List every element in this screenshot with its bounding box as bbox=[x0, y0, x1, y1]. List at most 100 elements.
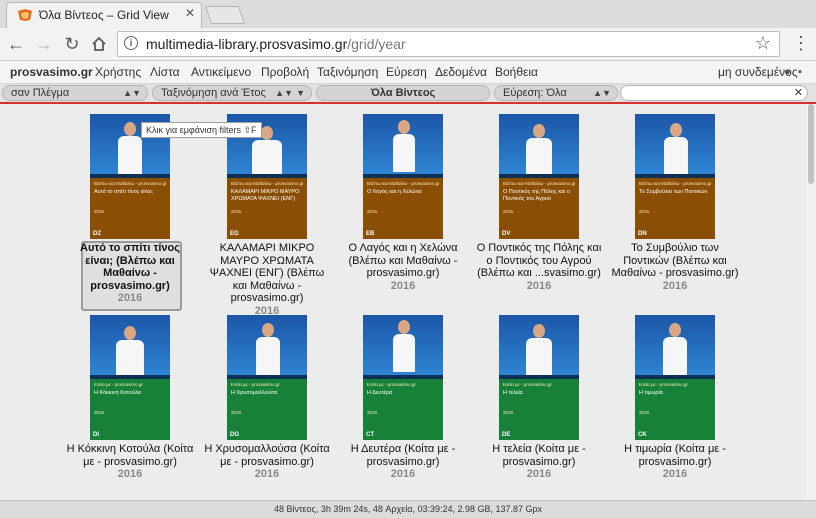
menu-sort[interactable]: Ταξινόμηση bbox=[317, 65, 378, 79]
poster-panel: Κοίτα με - prosvasimo.gr Η τελεία 2016 DE bbox=[499, 379, 579, 440]
filter-bar: σαν Πλέγμα ▲▼ Ταξινόμηση ανά Έτος ▲▼ ▼ Όλα … bbox=[0, 84, 816, 102]
poster-series: Κοίτα με - prosvasimo.gr bbox=[367, 382, 416, 387]
video-title: Η τελεία (Κοίτα με - prosvasimo.gr) bbox=[492, 443, 586, 468]
video-poster[interactable]: Κοίτα με - prosvasimo.gr Η Δευτέρα 2016 CT bbox=[363, 315, 443, 440]
menu-help[interactable]: Βοήθεια bbox=[495, 65, 538, 79]
lock-icon[interactable]: ▪ bbox=[798, 66, 802, 78]
video-caption[interactable]: Η Χρυσομαλλούσα (Κοίτα με - prosvasimo.g… bbox=[202, 443, 332, 481]
poster-code: DE bbox=[502, 432, 511, 438]
poster-code: DV bbox=[502, 231, 511, 237]
menu-item[interactable]: Αντικείμενο bbox=[191, 65, 251, 79]
poster-year: 2016 bbox=[231, 209, 242, 214]
signer-figure bbox=[393, 120, 415, 172]
signer-head bbox=[398, 320, 410, 334]
poster-code: DG bbox=[230, 432, 239, 438]
status-bar: 48 Βίντεος, 3h 39m 24s, 48 Αρχεία, 03:39… bbox=[0, 500, 816, 518]
signer-body bbox=[118, 136, 142, 174]
poster-title: Ο Λαγός και η Χελώνα bbox=[367, 189, 422, 195]
video-caption[interactable]: Ο Ποντικός της Πόλης και ο Ποντικός του … bbox=[474, 242, 604, 292]
poster-code: EB bbox=[366, 231, 375, 237]
browser-menu-icon[interactable]: ⋮ bbox=[792, 33, 810, 54]
video-caption[interactable]: Το Συμβούλιο των Ποντικών (Βλέπω και Μαθ… bbox=[610, 242, 740, 292]
poster-year: 2016 bbox=[503, 209, 514, 214]
menu-list[interactable]: Λίστα bbox=[150, 65, 180, 79]
site-info-icon[interactable]: i bbox=[124, 36, 138, 50]
signer-head bbox=[261, 126, 273, 140]
signer-head bbox=[262, 323, 274, 337]
user-icon[interactable]: ● bbox=[784, 66, 791, 78]
video-caption[interactable]: Η Κόκκινη Κοτούλα (Κοίτα με - prosvasimo… bbox=[65, 443, 195, 481]
signer-figure bbox=[116, 326, 144, 378]
view-select[interactable]: σαν Πλέγμα ▲▼ bbox=[2, 85, 148, 101]
list-title[interactable]: Όλα Βίντεος bbox=[316, 85, 490, 101]
back-arrow-icon[interactable]: ← bbox=[5, 33, 27, 55]
forward-arrow-icon[interactable]: → bbox=[33, 33, 55, 55]
signer-figure bbox=[118, 122, 142, 174]
poster-code: DI bbox=[93, 432, 99, 438]
clear-search-icon[interactable]: ✕ bbox=[794, 86, 803, 99]
signer-figure bbox=[526, 124, 552, 176]
video-title: Το Συμβούλιο των Ποντικών (Βλέπω και Μαθ… bbox=[611, 242, 739, 279]
signer-figure bbox=[526, 324, 552, 376]
video-poster[interactable]: Βλέπω και Μαθαίνω - prosvasimo.gr Ο Λαγός… bbox=[363, 114, 443, 239]
sort-select[interactable]: Ταξινόμηση ανά Έτος ▲▼ ▼ bbox=[152, 85, 312, 101]
app-menu-bar: prosvasimo.gr Χρήστης Λίστα Αντικείμενο … bbox=[0, 61, 816, 84]
poster-year: 2016 bbox=[94, 209, 105, 214]
browser-tab[interactable]: Όλα Βίντεος – Grid View ✕ bbox=[6, 2, 202, 28]
video-caption[interactable]: Η τελεία (Κοίτα με - prosvasimo.gr) 2016 bbox=[474, 443, 604, 481]
chevron-updown-icon: ▲▼ bbox=[593, 88, 611, 98]
video-poster[interactable]: Κοίτα με - prosvasimo.gr Η τελεία 2016 DE bbox=[499, 315, 579, 440]
bookmark-star-icon[interactable]: ☆ bbox=[755, 33, 771, 54]
menu-user[interactable]: Χρήστης bbox=[95, 65, 141, 79]
find-select-label: Εύρεση: Όλα bbox=[503, 87, 567, 99]
video-poster[interactable]: Κοίτα με - prosvasimo.gr Η τιμωρία 2016 CK bbox=[635, 315, 715, 440]
video-poster[interactable]: Κοίτα με - prosvasimo.gr Η Χρυσομαλλούσα 2… bbox=[227, 315, 307, 440]
poster-panel: Βλέπω και Μαθαίνω - prosvasimo.gr Το Συμβ… bbox=[635, 178, 715, 239]
poster-year: 2016 bbox=[639, 410, 650, 415]
menu-find[interactable]: Εύρεση bbox=[386, 65, 427, 79]
poster-code: CT bbox=[366, 432, 374, 438]
signer-body bbox=[393, 334, 415, 372]
video-poster[interactable]: Βλέπω και Μαθαίνω - prosvasimo.gr Το Συμβ… bbox=[635, 114, 715, 239]
menu-brand[interactable]: prosvasimo.gr bbox=[10, 65, 93, 79]
menu-data[interactable]: Δεδομένα bbox=[435, 65, 487, 79]
signer-head bbox=[398, 120, 410, 134]
reload-icon[interactable]: ↻ bbox=[61, 33, 83, 55]
signer-head bbox=[124, 326, 136, 340]
video-title: ΚΑΛΑΜΑΡΙ ΜΙΚΡΟ ΜΑΥΡΟ ΧΡΩΜΑΤΑ ΨΑΧΝΕΙ (ΕΝΓ… bbox=[209, 242, 325, 304]
video-caption[interactable]: Αυτό το σπίτι τίνος είναι; (Βλέπω και Μα… bbox=[65, 242, 195, 305]
list-title-label: Όλα Βίντεος bbox=[370, 87, 436, 99]
video-title: Ο Λαγός και η Χελώνα (Βλέπω και Μαθαίνω … bbox=[348, 242, 458, 279]
signer-body bbox=[252, 140, 282, 178]
grid-scrollbar[interactable] bbox=[806, 104, 816, 500]
signer-head bbox=[533, 324, 545, 338]
new-tab-button[interactable] bbox=[204, 6, 246, 24]
sort-direction-icon[interactable]: ▼ bbox=[296, 86, 305, 100]
search-input[interactable]: ✕ bbox=[620, 85, 808, 101]
video-title: Η Δευτέρα (Κοίτα με - prosvasimo.gr) bbox=[350, 443, 456, 468]
signer-head bbox=[669, 323, 681, 337]
scrollbar-thumb[interactable] bbox=[808, 104, 814, 184]
address-bar[interactable]: i multimedia-library.prosvasimo.gr/grid/… bbox=[117, 31, 780, 57]
close-tab-icon[interactable]: ✕ bbox=[185, 6, 195, 20]
find-select[interactable]: Εύρεση: Όλα ▲▼ bbox=[494, 85, 618, 101]
poster-title: Ο Ποντικός της Πόλης και ο Ποντικός του … bbox=[503, 189, 570, 202]
poster-series: Κοίτα με - prosvasimo.gr bbox=[231, 382, 280, 387]
menu-view[interactable]: Προβολή bbox=[261, 65, 309, 79]
poster-code: DZ bbox=[93, 231, 101, 237]
video-caption[interactable]: Ο Λαγός και η Χελώνα (Βλέπω και Μαθαίνω … bbox=[338, 242, 468, 292]
poster-panel: Κοίτα με - prosvasimo.gr Η Δευτέρα 2016 CT bbox=[363, 379, 443, 440]
video-caption[interactable]: ΚΑΛΑΜΑΡΙ ΜΙΚΡΟ ΜΑΥΡΟ ΧΡΩΜΑΤΑ ΨΑΧΝΕΙ (ΕΝΓ… bbox=[202, 242, 332, 317]
home-icon[interactable] bbox=[88, 33, 110, 55]
video-caption[interactable]: Η Δευτέρα (Κοίτα με - prosvasimo.gr) 2016 bbox=[338, 443, 468, 481]
video-poster[interactable]: Κοίτα με - prosvasimo.gr Η Κόκκινη Κοτούλ… bbox=[90, 315, 170, 440]
poster-year: 2016 bbox=[503, 410, 514, 415]
video-year: 2016 bbox=[662, 468, 688, 480]
video-poster[interactable]: Βλέπω και Μαθαίνω - prosvasimo.gr Ο Ποντι… bbox=[499, 114, 579, 239]
video-title: Ο Ποντικός της Πόλης και ο Ποντικός του … bbox=[476, 242, 602, 279]
poster-series: Βλέπω και Μαθαίνω - prosvasimo.gr bbox=[639, 181, 712, 186]
signer-body bbox=[526, 138, 552, 176]
video-caption[interactable]: Η τιμωρία (Κοίτα με - prosvasimo.gr) 2016 bbox=[610, 443, 740, 481]
poster-series: Βλέπω και Μαθαίνω - prosvasimo.gr bbox=[367, 181, 440, 186]
poster-series: Κοίτα με - prosvasimo.gr bbox=[639, 382, 688, 387]
